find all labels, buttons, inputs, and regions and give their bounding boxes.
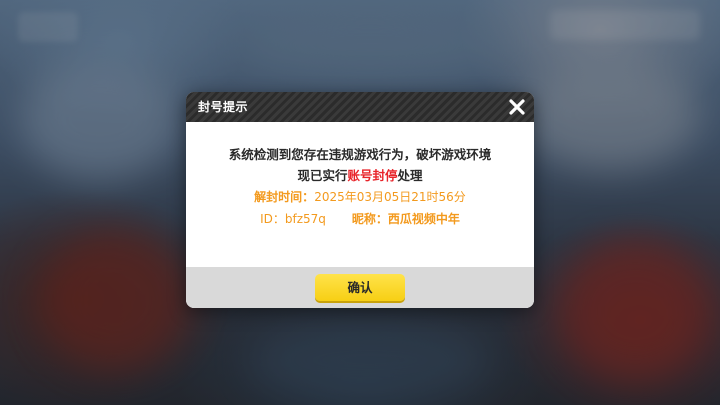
- dialog-body: 系统检测到您存在违规游戏行为，破坏游戏环境 现已实行账号封停处理 解封时间：20…: [186, 122, 534, 267]
- close-button[interactable]: [506, 96, 528, 118]
- close-icon: [509, 99, 525, 115]
- confirm-button[interactable]: 确认: [315, 274, 405, 301]
- message-line-2: 现已实行账号封停处理: [186, 167, 534, 185]
- id-label: ID：: [260, 212, 285, 226]
- ban-status-highlight: 账号封停: [347, 168, 398, 183]
- ban-notice-dialog: 封号提示 系统检测到您存在违规游戏行为，破坏游戏环境 现已实行账号封停处理 解封…: [186, 92, 534, 308]
- unban-time-label: 解封时间：: [254, 190, 315, 204]
- message-suffix: 处理: [397, 168, 423, 183]
- id-value: bfz57q: [284, 212, 326, 226]
- message-line-1: 系统检测到您存在违规游戏行为，破坏游戏环境: [228, 147, 492, 162]
- dialog-footer: 确认: [186, 267, 534, 308]
- nickname-label: 昵称：: [351, 212, 388, 226]
- account-info-row: ID：bfz57q 昵称：西瓜视频中年: [186, 210, 534, 228]
- dialog-header: 封号提示: [186, 92, 534, 122]
- message-prefix: 现已实行: [297, 168, 348, 183]
- unban-time-row: 解封时间：2025年03月05日21时56分: [186, 188, 534, 206]
- unban-time-value: 2025年03月05日21时56分: [314, 190, 466, 204]
- dialog-title: 封号提示: [198, 100, 249, 114]
- nickname-value: 西瓜视频中年: [387, 212, 460, 226]
